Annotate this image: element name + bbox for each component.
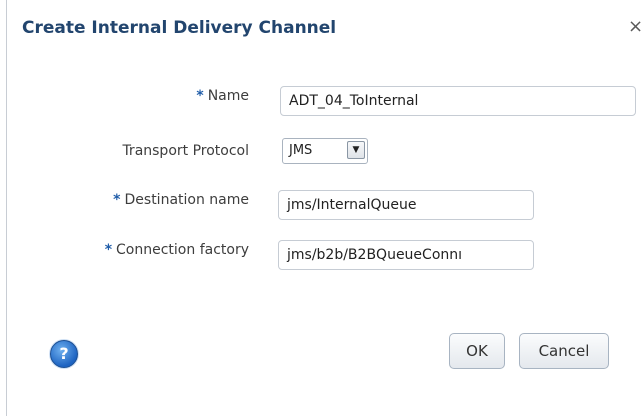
dialog-title: Create Internal Delivery Channel [22, 18, 337, 38]
close-icon[interactable]: × [628, 16, 643, 37]
name-label: * Name [9, 88, 249, 104]
required-marker: * [113, 192, 121, 208]
destination-name-label-text: Destination name [124, 192, 250, 208]
create-internal-delivery-channel-dialog: Create Internal Delivery Channel × * Name… [0, 0, 644, 416]
destination-name-field[interactable]: jms/InternalQueue [278, 190, 534, 220]
dialog-left-border [6, 0, 7, 416]
transport-protocol-select[interactable]: JMS ▼ [282, 138, 368, 164]
help-icon[interactable]: ? [50, 340, 78, 368]
transport-protocol-value: JMS [289, 143, 313, 158]
cancel-button[interactable]: Cancel [519, 333, 609, 369]
connection-factory-label: * Connection factory [9, 242, 249, 258]
name-label-text: Name [207, 88, 249, 104]
name-field[interactable]: ADT_04_ToInternal [280, 86, 636, 116]
dropdown-arrow-icon[interactable]: ▼ [347, 141, 365, 159]
ok-button[interactable]: OK [449, 333, 505, 369]
destination-name-label: * Destination name [9, 192, 249, 208]
connection-factory-field[interactable]: jms/b2b/B2BQueueConnı [278, 240, 534, 270]
required-marker: * [196, 88, 204, 104]
connection-factory-label-text: Connection factory [116, 242, 249, 258]
transport-protocol-label: Transport Protocol [122, 143, 249, 159]
required-marker: * [104, 242, 113, 258]
